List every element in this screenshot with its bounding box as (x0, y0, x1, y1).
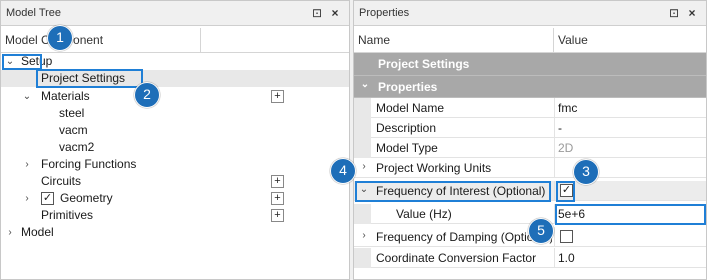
tree-item-label: Geometry (60, 191, 113, 205)
category-properties[interactable]: ⌄ Properties (354, 76, 706, 98)
geometry-checkbox[interactable]: ✓ (41, 192, 54, 205)
category-label: Properties (378, 80, 438, 94)
column-header-model-component[interactable]: Model Component (1, 28, 201, 53)
column-header-value[interactable]: Value (554, 28, 706, 53)
value-hz-highlight-box (555, 204, 706, 225)
model-tree-header: Model Tree ⊡ × (1, 1, 349, 26)
checkbox-highlight-box (556, 181, 575, 202)
pin-icon[interactable]: ⊡ (666, 5, 682, 21)
property-name: Frequency of Damping (Optional) (376, 230, 552, 244)
properties-header: Properties ⊡ × (354, 1, 706, 26)
callout-badge-1: 1 (47, 25, 73, 51)
property-name: Coordinate Conversion Factor (376, 251, 537, 265)
property-name: Model Name (376, 101, 445, 115)
property-name: Value (Hz) (396, 207, 452, 221)
tree-item-label: Forcing Functions (41, 157, 137, 171)
tree-item-forcing-functions[interactable]: › Forcing Functions (1, 156, 349, 173)
add-circuit-button[interactable]: + (271, 175, 284, 188)
column-header-empty[interactable] (201, 28, 349, 53)
property-row-coordinate-conversion-factor[interactable]: Coordinate Conversion Factor 1.0 (354, 248, 706, 268)
property-row-model-name[interactable]: Model Name fmc (354, 98, 706, 118)
tree-item-label: vacm (59, 123, 88, 137)
chevron-down-icon[interactable]: ⌄ (359, 76, 371, 93)
tree-item-steel[interactable]: steel (1, 105, 349, 122)
callout-badge-4: 4 (330, 158, 356, 184)
tree-item-label: Model (21, 225, 54, 239)
tree-item-setup[interactable]: ⌄ Setup (1, 53, 349, 70)
setup-highlight-box (2, 54, 42, 70)
property-name: Description (376, 121, 437, 135)
frequency-of-damping-checkbox[interactable] (560, 230, 573, 243)
tree-item-label: Materials (41, 89, 90, 103)
close-icon[interactable]: × (684, 5, 700, 21)
callout-badge-3: 3 (573, 159, 599, 185)
chevron-right-icon[interactable]: › (358, 227, 370, 244)
close-icon[interactable]: × (327, 5, 343, 21)
tree-item-materials[interactable]: ⌄ Materials + (1, 88, 349, 105)
properties-title: Properties (359, 7, 410, 19)
tree-item-primitives[interactable]: Primitives + (1, 207, 349, 224)
tree-item-label: steel (59, 106, 85, 120)
property-row-project-working-units[interactable]: › Project Working Units (354, 158, 706, 178)
tree-item-vacm[interactable]: vacm (1, 122, 349, 139)
tree-item-vacm2[interactable]: vacm2 (1, 139, 349, 156)
property-row-model-type[interactable]: Model Type 2D (354, 138, 706, 158)
project-settings-highlight-box (36, 69, 143, 88)
category-label: Project Settings (378, 57, 470, 71)
property-value: 2D (558, 141, 574, 155)
chevron-down-icon[interactable]: ⌄ (21, 88, 33, 105)
callout-badge-5: 5 (528, 218, 554, 244)
property-name: Model Type (376, 141, 438, 155)
add-geometry-button[interactable]: + (271, 192, 284, 205)
add-primitive-button[interactable]: + (271, 209, 284, 222)
category-project-settings: Project Settings (354, 53, 706, 76)
property-value[interactable]: fmc (558, 98, 577, 118)
chevron-right-icon[interactable]: › (4, 224, 16, 241)
chevron-right-icon[interactable]: › (358, 158, 370, 175)
tree-item-geometry[interactable]: › ✓ Geometry + (1, 190, 349, 207)
model-tree-title: Model Tree (6, 7, 62, 19)
column-header-name[interactable]: Name (354, 28, 554, 53)
add-material-button[interactable]: + (271, 90, 284, 103)
property-row-description[interactable]: Description - (354, 118, 706, 138)
property-value[interactable]: 1.0 (558, 248, 575, 268)
tree-item-model[interactable]: › Model (1, 224, 349, 241)
chevron-right-icon[interactable]: › (21, 190, 33, 207)
tree-item-label: vacm2 (59, 140, 95, 154)
pin-icon[interactable]: ⊡ (309, 5, 325, 21)
property-value[interactable]: - (558, 118, 562, 138)
tree-item-circuits[interactable]: Circuits + (1, 173, 349, 190)
property-name: Project Working Units (376, 161, 492, 175)
tree-item-label: Primitives (41, 208, 94, 222)
frequency-of-interest-highlight-box (355, 181, 551, 202)
callout-badge-2: 2 (134, 82, 160, 108)
tree-item-label: Circuits (41, 174, 82, 188)
chevron-right-icon[interactable]: › (21, 156, 33, 173)
